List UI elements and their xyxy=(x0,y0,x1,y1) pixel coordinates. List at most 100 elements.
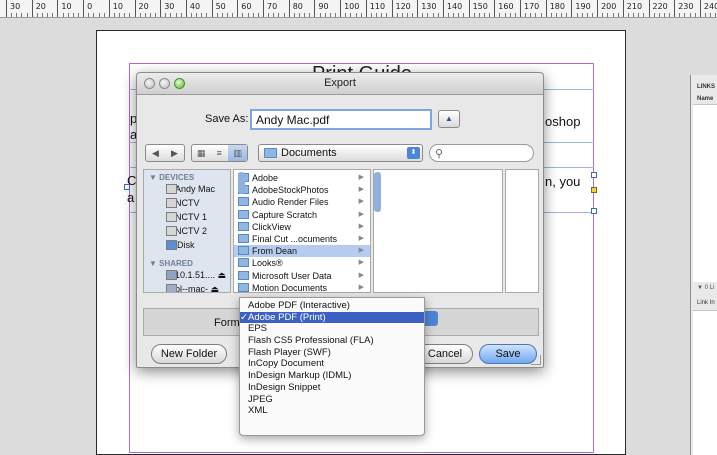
ruler-minor-tick xyxy=(16,13,18,17)
links-tab[interactable]: LINKS xyxy=(697,84,715,90)
icon-view-icon[interactable]: ▦ xyxy=(192,145,210,161)
sidebar-item-nctv-1[interactable]: NCTV 1 xyxy=(162,212,207,222)
list-view-icon[interactable]: ≡ xyxy=(210,145,228,161)
disclosure-arrow-icon: ▶ xyxy=(358,235,364,242)
ruler-minor-tick xyxy=(396,13,398,17)
search-field[interactable]: ⚲ xyxy=(429,144,534,162)
subfolder-column-scrollbar[interactable] xyxy=(374,172,381,212)
folder-item[interactable]: Microsoft User Data ▶ xyxy=(234,270,370,282)
folder-item[interactable]: Adobe ▶ xyxy=(234,172,370,184)
folder-item[interactable]: Capture Scratch ▶ xyxy=(234,209,370,221)
ruler-minor-tick xyxy=(309,13,311,17)
eject-icon[interactable]: ⏏ xyxy=(208,284,220,292)
eject-icon[interactable]: ⏏ xyxy=(215,270,227,280)
folder-item[interactable]: Audio Render Files ▶ xyxy=(234,196,370,208)
format-menu-item[interactable]: InDesign Markup (IDML) xyxy=(240,370,424,382)
folder-item[interactable]: Motion Documents ▶ xyxy=(234,282,370,292)
ruler-label: 60 xyxy=(241,2,252,11)
ruler-minor-tick xyxy=(206,13,208,17)
resize-grip-icon[interactable] xyxy=(531,355,541,365)
ruler-label: 90 xyxy=(318,2,329,11)
back-forward-buttons[interactable]: ◀ ▶ xyxy=(145,144,185,162)
new-folder-button[interactable]: New Folder xyxy=(151,344,227,364)
ruler-minor-tick xyxy=(52,13,54,17)
sidebar-item-andy-mac[interactable]: Andy Mac xyxy=(162,184,215,194)
format-menu-item[interactable]: Flash CS5 Professional (FLA) xyxy=(240,335,424,347)
sidebar-item-shared-mac[interactable]: bl--mac- ⏏ xyxy=(162,284,220,292)
format-menu-item[interactable]: XML xyxy=(240,405,424,417)
sidebar-item-shared-server[interactable]: 10.1.51.... ⏏ xyxy=(162,270,226,281)
folder-item[interactable]: ClickView ▶ xyxy=(234,221,370,233)
ruler-tick: 70 xyxy=(263,0,277,17)
ruler-minor-tick xyxy=(175,13,177,17)
frame-handle[interactable] xyxy=(591,208,597,214)
format-menu-item[interactable]: InCopy Document xyxy=(240,358,424,370)
folder-item[interactable]: Final Cut ...ocuments ▶ xyxy=(234,233,370,245)
frame-handle[interactable] xyxy=(591,172,597,178)
dialog-title: Export xyxy=(324,77,356,89)
ruler-minor-tick xyxy=(257,13,259,17)
view-mode-buttons[interactable]: ▦ ≡ ▥ xyxy=(191,144,248,162)
format-menu-item[interactable]: Flash Player (SWF) xyxy=(240,347,424,359)
ruler-minor-tick xyxy=(124,13,126,17)
ruler-tick: 30 xyxy=(6,0,20,17)
save-button[interactable]: Save xyxy=(479,344,537,364)
folder-icon xyxy=(238,209,249,219)
ruler-tick: 20 xyxy=(31,0,46,17)
format-menu: Adobe PDF (Interactive) ✓Adobe PDF (Print… xyxy=(239,297,425,436)
format-menu-item[interactable]: InDesign Snippet xyxy=(240,382,424,394)
links-name-column[interactable]: Name xyxy=(697,96,713,102)
ruler-tick: 180 xyxy=(545,0,565,17)
folder-column-scrollbar[interactable] xyxy=(238,172,245,194)
ruler-label: 240 xyxy=(703,2,717,11)
ruler-tick: 210 xyxy=(622,0,642,17)
ruler-minor-tick xyxy=(406,13,408,17)
ruler-tick: 10 xyxy=(108,0,123,17)
format-menu-item[interactable]: EPS xyxy=(240,323,424,335)
horizontal-ruler[interactable]: 30 20 10 0 10 20 30 40 50 60 70 80 90 100 110 120 130 140… xyxy=(0,0,717,18)
folder-icon xyxy=(238,246,249,256)
expand-dialog-button[interactable]: ▲ xyxy=(438,110,460,128)
folder-icon xyxy=(238,270,249,280)
format-menu-item[interactable]: JPEG xyxy=(240,394,424,406)
ruler-minor-tick xyxy=(88,13,90,17)
ruler-tick: 200 xyxy=(597,0,616,17)
ruler-label: 0 xyxy=(87,2,93,11)
link-info-area xyxy=(693,310,717,455)
sidebar-item-nctv-2[interactable]: NCTV 2 xyxy=(162,226,207,236)
ruler-label: 140 xyxy=(446,2,463,11)
column-view-icon[interactable]: ▥ xyxy=(228,145,247,161)
ruler-label: 120 xyxy=(395,2,411,11)
cancel-button[interactable]: Cancel xyxy=(417,344,473,364)
folder-label: From Dean xyxy=(252,246,298,257)
format-popup-arrow-icon[interactable] xyxy=(425,311,438,326)
ruler-minor-tick xyxy=(633,13,635,17)
frame-handle[interactable] xyxy=(124,184,130,190)
ruler-minor-tick xyxy=(283,13,285,17)
folder-item[interactable]: From Dean ▶ xyxy=(234,245,370,258)
ruler-minor-tick xyxy=(602,13,604,17)
location-popup[interactable]: Documents ⬍ xyxy=(258,144,423,162)
dialog-titlebar[interactable]: Export xyxy=(137,73,543,95)
folder-item[interactable]: AdobeStockPhotos ▶ xyxy=(234,184,370,196)
forward-arrow-icon[interactable]: ▶ xyxy=(165,145,184,161)
ruler-label: 150 xyxy=(472,2,488,11)
ruler-minor-tick xyxy=(36,13,38,17)
sidebar-scrollbar[interactable] xyxy=(230,172,231,198)
links-count[interactable]: ▼ 0 Li xyxy=(697,285,714,291)
ruler-minor-tick xyxy=(268,13,270,17)
folder-item[interactable]: Looks® ▶ xyxy=(234,257,370,269)
disclosure-arrow-icon: ▶ xyxy=(358,198,364,206)
ruler-minor-tick xyxy=(180,13,182,17)
back-arrow-icon[interactable]: ◀ xyxy=(146,145,165,161)
location-label: Documents xyxy=(281,147,337,159)
frame-handle[interactable] xyxy=(591,187,597,193)
format-menu-item[interactable]: ✓Adobe PDF (Print) xyxy=(240,311,424,324)
links-list[interactable] xyxy=(693,104,717,282)
save-as-field[interactable]: Andy Mac.pdf xyxy=(250,109,432,130)
ruler-minor-tick xyxy=(591,13,593,17)
format-menu-item[interactable]: Adobe PDF (Interactive) xyxy=(240,300,424,312)
sidebar-item-idisk[interactable]: iDisk xyxy=(162,240,195,250)
sidebar-item-nctv[interactable]: NCTV xyxy=(162,198,200,208)
folder-icon xyxy=(264,148,277,158)
